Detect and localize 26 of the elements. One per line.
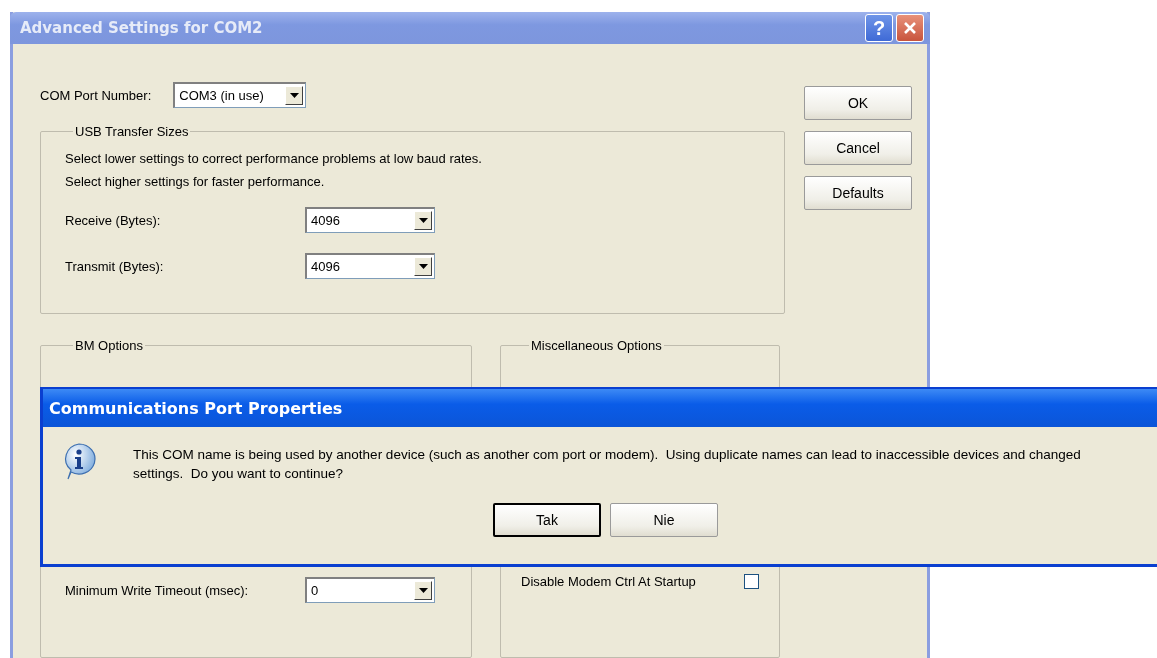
size-dropdown[interactable]: 4096 [305,253,435,279]
window-title: Advanced Settings for COM2 [20,19,264,37]
help-button[interactable]: ? [865,14,893,42]
description-text: Select lower settings to correct performance problems at low baud rates. [65,151,483,167]
close-icon [903,21,917,35]
dialog-button[interactable]: OK [804,86,912,120]
dialog-button[interactable]: Defaults [804,176,912,210]
close-button[interactable] [896,14,924,42]
field-label: Transmit (Bytes): [65,258,165,274]
description-text: Select higher settings for faster performance. [65,174,326,190]
group-title: Miscellaneous Options [530,338,663,353]
message-text: This COM name is being used by another device (such as another com port or modem). Using duplicate names can lead to inaccessible devices and changed settings. Do you want to continue? [133,446,1082,483]
dialog-button[interactable]: Cancel [804,131,912,165]
com-port-dropdown[interactable]: COM3 (in use) [173,82,307,108]
checkbox[interactable] [744,573,759,589]
group-title: BM Options [74,338,144,353]
group-title: USB Transfer Sizes [74,124,190,139]
dialog-button[interactable]: Nie [610,503,718,537]
dialog-title: Communications Port Properties [49,398,343,418]
com-port-label: COM Port Number: [40,87,152,103]
field-label: Minimum Write Timeout (msec): [65,582,250,598]
dialog-button[interactable]: Tak [493,503,601,537]
checkbox-label: Disable Modem Ctrl At Startup [521,573,696,589]
field-label: Receive (Bytes): [65,212,162,228]
size-dropdown[interactable]: 4096 [305,207,435,233]
timeout-dropdown[interactable]: 0 [305,577,435,603]
